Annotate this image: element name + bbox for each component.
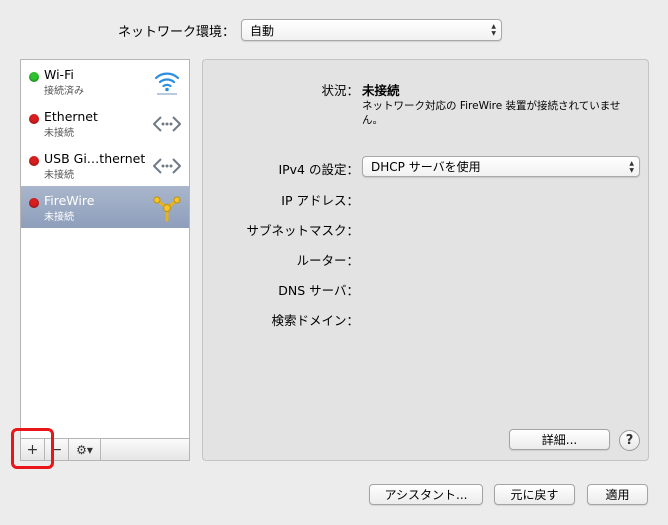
subnet-mask-label: サブネットマスク： <box>246 223 359 238</box>
service-item-usb-ethernet[interactable]: USB Gi…thernet 未接続 <box>21 144 189 186</box>
search-domain-label: 検索ドメイン： <box>271 313 359 328</box>
service-item-wifi[interactable]: Wi-Fi 接続済み <box>21 60 189 102</box>
service-name: Wi-Fi <box>44 67 74 82</box>
status-label: 状況： <box>321 83 359 98</box>
action-menu-button[interactable]: ⚙▾ <box>69 439 101 460</box>
ip-address-label: IP アドレス： <box>281 193 359 208</box>
status-indicator-red <box>29 156 39 166</box>
status-value: 未接続 <box>362 83 400 98</box>
ipv4-config-popup[interactable]: DHCP サーバを使用 ▲ ▼ <box>362 156 640 177</box>
location-value: 自動 <box>250 23 275 38</box>
gear-icon: ⚙▾ <box>76 442 93 457</box>
service-item-ethernet[interactable]: Ethernet 未接続 <box>21 102 189 144</box>
status-indicator-red <box>29 114 39 124</box>
service-status: 未接続 <box>44 128 74 139</box>
firewire-icon <box>153 196 181 222</box>
status-indicator-red <box>29 198 39 208</box>
router-label: ルーター： <box>296 253 359 268</box>
ipv4-label: IPv4 の設定： <box>278 162 359 177</box>
service-list: Wi-Fi 接続済み Ethernet 未接続 USB Gi…thernet 未… <box>20 59 190 461</box>
revert-button[interactable]: 元に戻す <box>494 484 575 505</box>
service-name: FireWire <box>44 193 95 208</box>
status-indicator-green <box>29 72 39 82</box>
wifi-icon <box>154 72 180 95</box>
ethernet-icon <box>153 116 181 132</box>
service-status: 未接続 <box>44 212 74 223</box>
add-button-highlight <box>11 428 54 469</box>
dns-server-label: DNS サーバ： <box>278 283 359 298</box>
apply-button[interactable]: 適用 <box>587 484 648 505</box>
service-status: 接続済み <box>44 86 84 97</box>
ethernet-icon <box>153 158 181 174</box>
location-popup[interactable]: 自動 ▲ ▼ <box>241 19 502 41</box>
popup-arrows-icon: ▲ ▼ <box>491 23 496 37</box>
popup-arrows-icon: ▲ ▼ <box>629 159 634 174</box>
service-item-firewire[interactable]: FireWire 未接続 <box>21 186 189 228</box>
location-label: ネットワーク環境： <box>118 25 236 40</box>
advanced-button[interactable]: 詳細... <box>509 429 610 450</box>
service-name: USB Gi…thernet <box>44 151 146 166</box>
help-button[interactable]: ? <box>619 430 640 451</box>
status-description: ネットワーク対応の FireWire 装置が接続されていません。 <box>362 100 621 126</box>
detail-panel: 状況： 未接続 ネットワーク対応の FireWire 装置が接続されていません。… <box>202 59 649 461</box>
service-status: 未接続 <box>44 170 74 181</box>
service-name: Ethernet <box>44 109 98 124</box>
ipv4-config-value: DHCP サーバを使用 <box>371 160 481 174</box>
assistant-button[interactable]: アシスタント... <box>369 484 483 505</box>
